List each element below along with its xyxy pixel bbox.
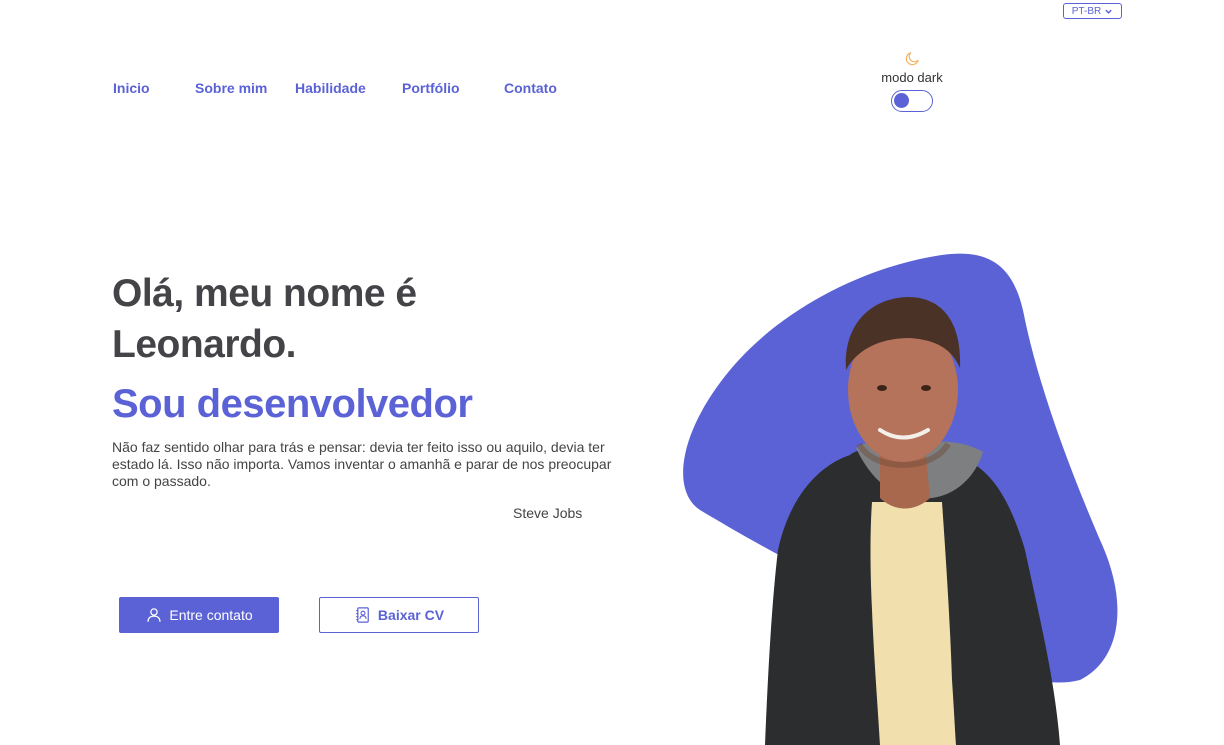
nav-item-portfolio[interactable]: Portfólio	[402, 80, 460, 96]
user-icon	[147, 608, 161, 622]
download-cv-label: Baixar CV	[377, 607, 445, 623]
greeting-line-1: Olá, meu nome é	[112, 272, 417, 315]
toggle-knob	[894, 93, 909, 108]
language-select[interactable]: PT-BR	[1063, 3, 1122, 19]
contact-button-label: Entre contato	[169, 607, 253, 623]
dark-mode-label: modo dark	[881, 70, 943, 85]
dark-mode-control: modo dark	[871, 50, 953, 112]
quote-author: Steve Jobs	[513, 505, 583, 521]
moon-icon	[905, 52, 919, 66]
shirt	[870, 502, 956, 745]
contact-book-icon	[356, 607, 369, 623]
nav-item-habilidade[interactable]: Habilidade	[295, 80, 366, 96]
language-select-value: PT-BR	[1071, 5, 1102, 17]
hero-quote: Não faz sentido olhar para trás e pensar…	[112, 439, 612, 489]
hero-role: Sou desenvolvedor	[112, 382, 473, 426]
contact-button[interactable]: Entre contato	[119, 597, 279, 633]
nav-item-contato[interactable]: Contato	[504, 80, 557, 96]
download-cv-button[interactable]: Baixar CV	[319, 597, 479, 633]
greeting-line-2: Leonardo.	[112, 323, 297, 366]
chevron-down-icon	[1105, 9, 1112, 14]
dark-mode-toggle[interactable]	[891, 90, 933, 112]
nav-item-sobre-mim[interactable]: Sobre mim	[195, 80, 267, 96]
hero-greeting: Olá, meu nome é Leonardo.	[112, 268, 417, 370]
nav-item-inicio[interactable]: Inicio	[113, 80, 150, 96]
hero-illustration	[683, 253, 1118, 745]
